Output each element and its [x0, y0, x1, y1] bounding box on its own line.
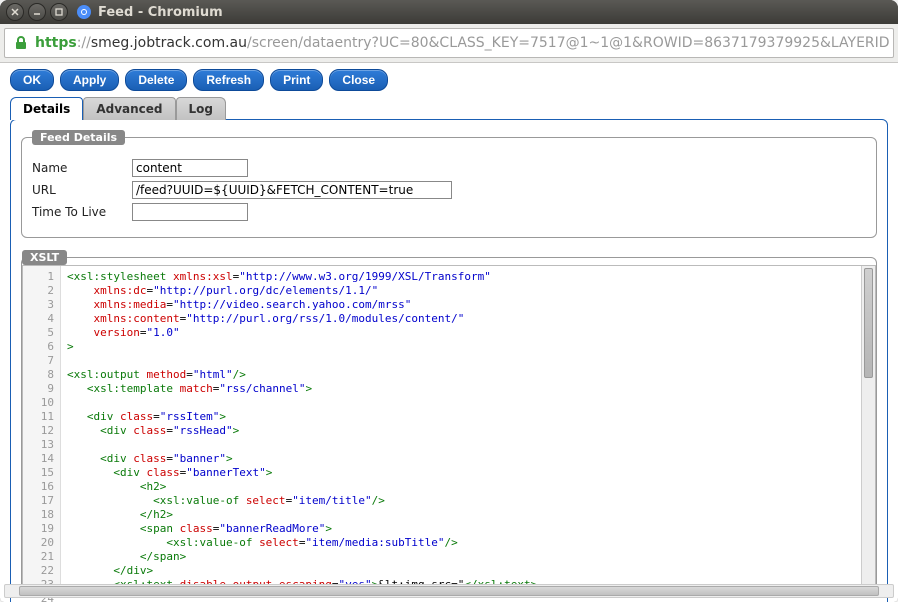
xslt-group: XSLT 12345678910111213141516171819202122…	[21, 250, 877, 591]
url-label: URL	[32, 183, 132, 197]
name-label: Name	[32, 161, 132, 175]
ttl-label: Time To Live	[32, 205, 132, 219]
xslt-legend: XSLT	[22, 250, 67, 265]
refresh-button[interactable]: Refresh	[193, 69, 264, 91]
feed-details-legend: Feed Details	[32, 130, 125, 145]
tab-bar: Details Advanced Log	[0, 97, 898, 120]
window-titlebar: Feed - Chromium	[0, 0, 898, 24]
window-minimize-button[interactable]	[28, 3, 46, 21]
toolbar: OK Apply Delete Refresh Print Close	[0, 63, 898, 97]
url-field[interactable]	[132, 181, 452, 199]
details-panel: Feed Details Name URL Time To Live XSLT …	[10, 119, 888, 602]
line-gutter: 1234567891011121314151617181920212223242…	[23, 266, 61, 589]
window-close-button[interactable]	[6, 3, 24, 21]
feed-details-group: Feed Details Name URL Time To Live	[21, 130, 877, 238]
window-maximize-button[interactable]	[50, 3, 68, 21]
chromium-icon	[76, 4, 92, 20]
scrollbar-thumb[interactable]	[864, 268, 873, 378]
page-horizontal-scrollbar[interactable]	[4, 584, 894, 598]
ok-button[interactable]: OK	[10, 69, 54, 91]
code-area[interactable]: <xsl:stylesheet xmlns:xsl="http://www.w3…	[61, 266, 875, 589]
window-title: Feed - Chromium	[98, 5, 223, 20]
close-button[interactable]: Close	[329, 69, 388, 91]
tab-log[interactable]: Log	[176, 97, 226, 120]
address-bar[interactable]: https://smeg.jobtrack.com.au/screen/data…	[4, 28, 894, 58]
name-field[interactable]	[132, 159, 248, 177]
scrollbar-thumb[interactable]	[19, 586, 879, 596]
tab-details[interactable]: Details	[10, 97, 83, 120]
lock-icon	[13, 35, 29, 51]
delete-button[interactable]: Delete	[125, 69, 187, 91]
ttl-field[interactable]	[132, 203, 248, 221]
xslt-editor[interactable]: 1234567891011121314151617181920212223242…	[22, 265, 876, 590]
url-text: https://smeg.jobtrack.com.au/screen/data…	[35, 35, 889, 51]
tab-advanced[interactable]: Advanced	[83, 97, 175, 120]
apply-button[interactable]: Apply	[60, 69, 119, 91]
code-vertical-scrollbar[interactable]	[861, 266, 875, 589]
print-button[interactable]: Print	[270, 69, 323, 91]
